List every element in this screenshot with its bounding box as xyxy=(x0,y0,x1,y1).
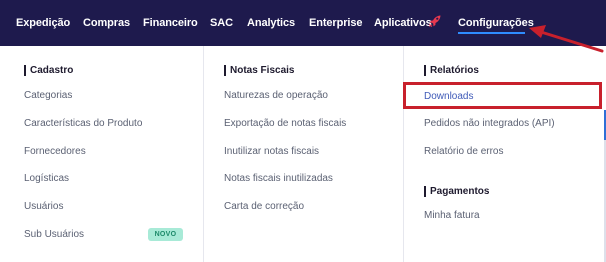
nav-item-expedicao[interactable]: Expedição xyxy=(16,17,70,29)
highlight-box-annotation xyxy=(403,82,602,109)
active-tab-underline xyxy=(458,32,525,34)
menu-link-inutilizar-notas[interactable]: Inutilizar notas fiscais xyxy=(224,146,319,157)
nav-item-financeiro[interactable]: Financeiro xyxy=(143,17,198,29)
section-title-cadastro: Cadastro xyxy=(23,65,74,76)
menu-link-usuarios[interactable]: Usuários xyxy=(24,201,63,212)
nav-item-configuracoes[interactable]: Configurações xyxy=(458,17,534,29)
menu-link-naturezas-operacao[interactable]: Naturezas de operação xyxy=(224,90,328,101)
menu-link-categorias[interactable]: Categorias xyxy=(24,90,72,101)
section-title-pagamentos: Pagamentos xyxy=(423,186,490,197)
menu-link-pedidos-nao-integrados[interactable]: Pedidos não integrados (API) xyxy=(424,118,555,129)
page: Expedição Compras Financeiro SAC Analyti… xyxy=(0,0,606,262)
section-title-notas-fiscais: Notas Fiscais xyxy=(223,65,295,76)
menu-link-logisticas[interactable]: Logísticas xyxy=(24,173,69,184)
menu-link-minha-fatura[interactable]: Minha fatura xyxy=(424,210,480,221)
new-badge: NOVO xyxy=(148,228,183,241)
menu-link-relatorio-erros[interactable]: Relatório de erros xyxy=(424,146,503,157)
menu-link-notas-inutilizadas[interactable]: Notas fiscais inutilizadas xyxy=(224,173,333,184)
arrow-annotation xyxy=(529,25,604,53)
menu-link-sub-usuarios[interactable]: Sub Usuários xyxy=(24,229,84,240)
section-title-relatorios: Relatórios xyxy=(424,65,479,76)
menu-link-exportacao-notas[interactable]: Exportação de notas fiscais xyxy=(224,118,346,129)
rocket-icon xyxy=(428,15,441,28)
menu-link-fornecedores[interactable]: Fornecedores xyxy=(24,146,86,157)
nav-item-enterprise[interactable]: Enterprise xyxy=(309,17,363,29)
column-divider xyxy=(403,46,404,262)
menu-link-carta-correcao[interactable]: Carta de correção xyxy=(224,201,304,212)
nav-item-analytics[interactable]: Analytics xyxy=(247,17,295,29)
column-divider xyxy=(203,46,204,262)
top-navbar: Expedição Compras Financeiro SAC Analyti… xyxy=(0,0,606,46)
menu-link-caracteristicas-produto[interactable]: Características do Produto xyxy=(24,118,142,129)
nav-item-sac[interactable]: SAC xyxy=(210,17,233,29)
nav-item-aplicativos[interactable]: Aplicativos xyxy=(374,17,432,29)
nav-item-compras[interactable]: Compras xyxy=(83,17,130,29)
